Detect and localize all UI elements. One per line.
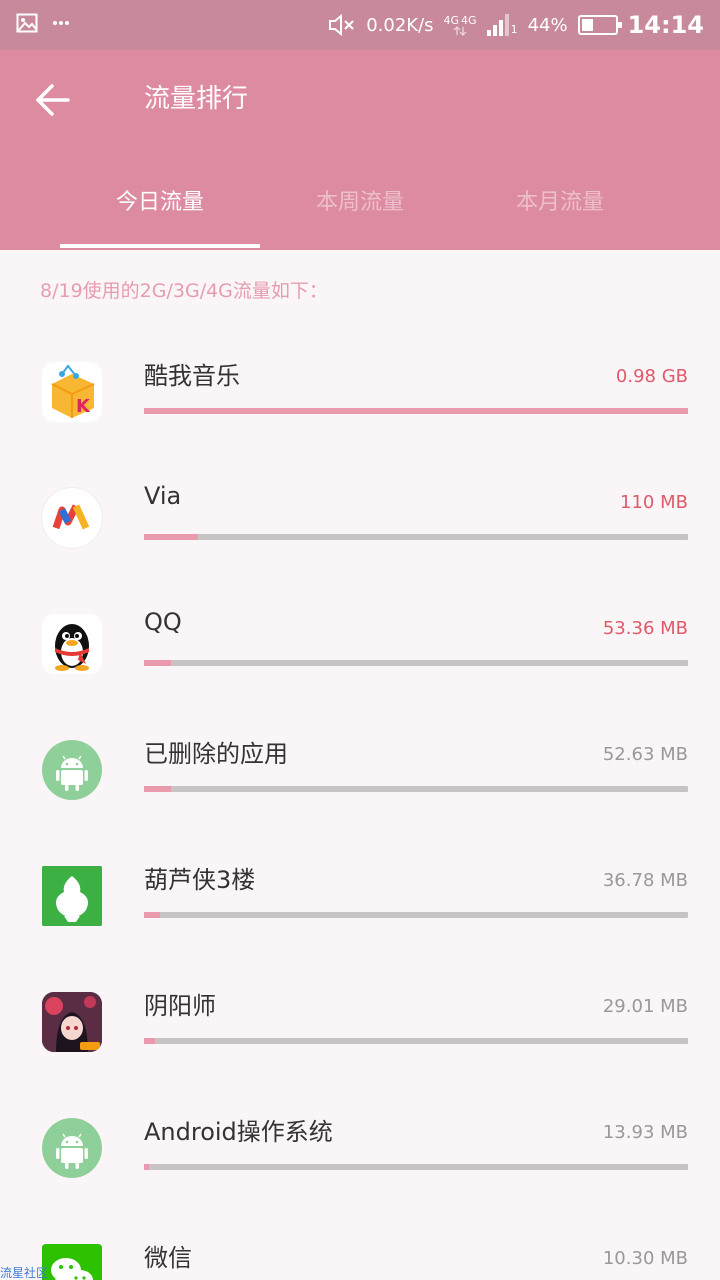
- battery-level: [581, 19, 594, 31]
- data-arrows-icon: [453, 25, 467, 36]
- watermark: 流星社区: [0, 1266, 49, 1280]
- qq-penguin-icon: [42, 614, 102, 674]
- android-icon: [42, 1118, 102, 1178]
- usage-bar: [144, 408, 688, 414]
- usage-bar-fill: [144, 534, 199, 540]
- app-name: 阴阳师: [144, 992, 216, 1020]
- android-icon: [42, 740, 102, 800]
- usage-bar-fill: [144, 660, 172, 666]
- app-usage: 0.98 GB: [615, 366, 688, 387]
- sim-slot: 1: [510, 23, 518, 36]
- signal-icon: [486, 14, 509, 36]
- kuwo-music-icon: K: [42, 362, 102, 422]
- tab-today[interactable]: 今日流量: [60, 170, 260, 248]
- list-item[interactable]: 微信 10.30 MB: [0, 1212, 720, 1280]
- wechat-icon: [42, 1244, 102, 1280]
- usage-bar-fill: [144, 1038, 155, 1044]
- battery-icon: [577, 15, 622, 35]
- usage-bar-fill: [144, 912, 161, 918]
- app-usage: 110 MB: [620, 492, 688, 513]
- usage-bar: [144, 1164, 688, 1170]
- list-item[interactable]: QQ 53.36 MB: [0, 582, 720, 708]
- tab-week[interactable]: 本周流量: [260, 170, 460, 248]
- tab-month[interactable]: 本月流量: [460, 170, 660, 248]
- app-usage-list: K 酷我音乐 0.98 GB Via 110 MB QQ 53.36 MB 已删…: [0, 330, 720, 1280]
- app-name: QQ: [144, 608, 182, 636]
- usage-bar: [144, 786, 688, 792]
- huluxia-icon: [42, 866, 102, 926]
- app-name: Android操作系统: [144, 1118, 333, 1146]
- back-arrow-icon: [36, 84, 70, 116]
- usage-bar-fill: [144, 786, 172, 792]
- list-item[interactable]: 阴阳师 29.01 MB: [0, 960, 720, 1086]
- network-type-a: 4G: [443, 13, 460, 27]
- usage-bar-fill: [144, 408, 688, 414]
- app-name: Via: [144, 482, 182, 510]
- toolbar: 流量排行 今日流量 本周流量 本月流量: [0, 50, 720, 250]
- usage-bar: [144, 660, 688, 666]
- app-name: 已删除的应用: [144, 740, 288, 768]
- more-notifications-icon: [53, 21, 69, 25]
- onmyoji-icon: [42, 992, 102, 1052]
- app-usage: 29.01 MB: [602, 996, 688, 1017]
- usage-date-caption: 8/19使用的2G/3G/4G流量如下：: [40, 280, 328, 302]
- app-usage: 13.93 MB: [602, 1122, 688, 1143]
- status-bar: 0.02K/s 4G 4G 1 44% 14:14: [0, 0, 720, 50]
- list-item[interactable]: 葫芦侠3楼 36.78 MB: [0, 834, 720, 960]
- usage-bar: [144, 534, 688, 540]
- back-button[interactable]: [30, 80, 74, 120]
- network-speed: 0.02K/s: [366, 14, 434, 36]
- tab-bar: 今日流量 本周流量 本月流量: [0, 170, 720, 248]
- via-browser-icon: [42, 488, 102, 548]
- list-item[interactable]: Via 110 MB: [0, 456, 720, 582]
- list-item[interactable]: 已删除的应用 52.63 MB: [0, 708, 720, 834]
- status-right: 0.02K/s 4G 4G 1 44% 14:14: [328, 0, 704, 50]
- list-item[interactable]: K 酷我音乐 0.98 GB: [0, 330, 720, 456]
- app-name: 葫芦侠3楼: [144, 866, 256, 894]
- status-left: [16, 12, 70, 34]
- list-item[interactable]: Android操作系统 13.93 MB: [0, 1086, 720, 1212]
- tab-indicator: [60, 244, 260, 248]
- image-notification-icon: [16, 13, 38, 33]
- app-usage: 36.78 MB: [602, 870, 688, 891]
- app-name: 微信: [144, 1244, 192, 1272]
- network-type: 4G 4G: [444, 15, 477, 36]
- usage-bar: [144, 912, 688, 918]
- page-title: 流量排行: [144, 84, 249, 114]
- network-type-b: 4G: [461, 13, 477, 27]
- usage-bar-fill: [144, 1164, 150, 1170]
- clock: 14:14: [627, 11, 704, 39]
- usage-bar: [144, 1038, 688, 1044]
- mute-icon: [329, 13, 354, 37]
- app-name: 酷我音乐: [144, 362, 240, 390]
- app-usage: 53.36 MB: [602, 618, 688, 639]
- app-usage: 10.30 MB: [602, 1248, 688, 1269]
- app-usage: 52.63 MB: [602, 744, 688, 765]
- svg-text:K: K: [76, 396, 91, 417]
- battery-percent: 44%: [527, 14, 568, 36]
- signal: 1: [486, 14, 518, 36]
